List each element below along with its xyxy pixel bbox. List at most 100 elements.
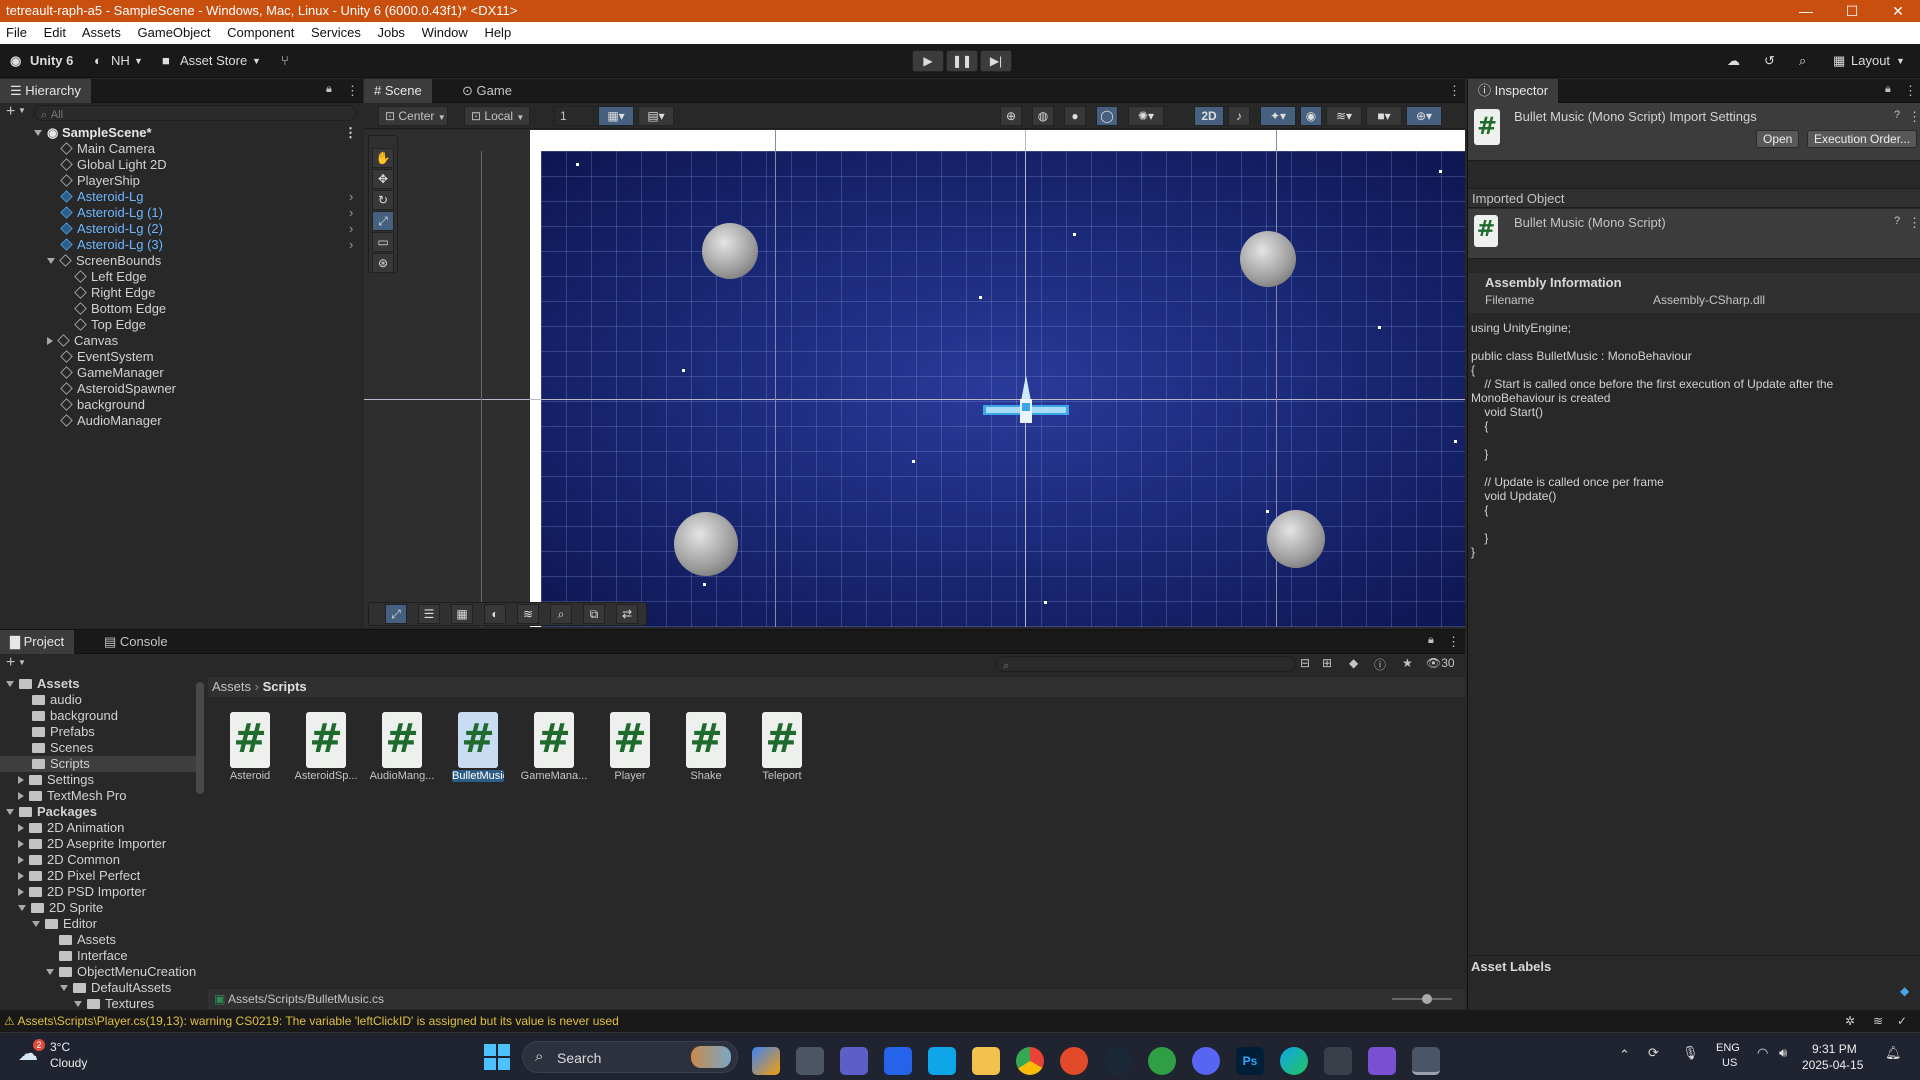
favorite-star-icon[interactable]: ★ [1402, 656, 1413, 670]
more-icon[interactable]: ⋮ [1908, 109, 1920, 125]
help-icon[interactable]: ? [1894, 215, 1900, 227]
hierarchy-item[interactable]: Right Edge [74, 285, 155, 301]
chevron-right-icon[interactable]: › [349, 189, 353, 205]
script-file-label[interactable]: Asteroid [210, 770, 290, 782]
tree-scrollbar[interactable] [196, 682, 204, 794]
wireframe-icon[interactable]: ◯ [1096, 106, 1118, 126]
project-search-input[interactable]: ⌕ [996, 656, 1296, 672]
tab-scene[interactable]: # Scene [364, 79, 432, 103]
layers-icon[interactable]: ≋▾ [1326, 106, 1362, 126]
add-icon[interactable]: + [6, 103, 15, 121]
collapse-icon[interactable] [18, 792, 24, 800]
tree-item[interactable]: background [32, 708, 118, 724]
scene-row[interactable]: ◉ SampleScene* ⋮ [34, 125, 357, 141]
collapse-icon[interactable] [47, 337, 53, 345]
file-explorer-icon[interactable] [972, 1047, 1000, 1075]
tree-item[interactable]: Textures [74, 996, 154, 1011]
script-file-label[interactable]: Teleport [742, 770, 822, 782]
rotate-tool-icon[interactable]: ↻ [372, 190, 394, 210]
add-icon[interactable]: + [6, 654, 15, 672]
check-icon[interactable]: ✓ [1897, 1010, 1907, 1032]
asset-store-button[interactable]: Asset Store [180, 44, 247, 78]
more-icon[interactable]: ⋮ [344, 125, 357, 141]
expand-icon[interactable] [60, 985, 68, 991]
tree-item[interactable]: DefaultAssets [60, 980, 171, 996]
expand-icon[interactable] [6, 809, 14, 815]
hierarchy-item[interactable]: EventSystem [60, 349, 154, 365]
menu-file[interactable]: File [6, 25, 27, 40]
expand-icon[interactable] [74, 1001, 82, 1007]
breadcrumb-scripts[interactable]: Scripts [263, 679, 307, 694]
collapse-icon[interactable] [18, 840, 24, 848]
snap-input[interactable]: 1 [554, 106, 594, 126]
photoshop-icon[interactable]: Ps [1236, 1047, 1264, 1075]
script-file-label[interactable]: GameMana... [514, 770, 594, 782]
windows-start-icon[interactable] [484, 1044, 510, 1070]
camera-preview-icon[interactable]: ⧉ [583, 604, 605, 624]
move-tool-icon[interactable]: ✥ [372, 169, 394, 189]
hierarchy-item-prefab[interactable]: Asteroid-Lg (2) › [60, 221, 361, 237]
hierarchy-item[interactable]: Main Camera [60, 141, 155, 157]
help-icon[interactable]: ? [1894, 109, 1900, 121]
search-filter-icon[interactable]: ⊟ [1300, 656, 1310, 670]
hierarchy-item[interactable]: Canvas [47, 333, 118, 349]
tree-item[interactable]: Editor [32, 916, 97, 932]
hierarchy-item[interactable]: background [60, 397, 145, 413]
layout-button[interactable]: Layout [1851, 44, 1890, 78]
script-file-icon[interactable]: # [610, 712, 650, 768]
label-filter-icon[interactable]: ◆ [1349, 656, 1358, 670]
script-file-label[interactable]: Shake [666, 770, 746, 782]
cloud-icon[interactable]: ☁ [1727, 44, 1740, 78]
player-ship-sprite[interactable] [983, 375, 1069, 425]
menu-gameobject[interactable]: GameObject [138, 25, 211, 40]
clock-time[interactable]: 9:31 PM [1812, 1042, 1857, 1056]
collapse-icon[interactable] [18, 856, 24, 864]
hierarchy-search-input[interactable]: ⌕ All [34, 105, 356, 121]
breadcrumb-assets[interactable]: Assets [212, 679, 251, 694]
lock-icon[interactable]: 🔒︎ [326, 83, 332, 96]
rect-tool-icon[interactable]: ▭ [372, 232, 394, 252]
account-icon[interactable]: ◐ [94, 44, 102, 78]
tree-item[interactable]: TextMesh Pro [18, 788, 126, 804]
hierarchy-item[interactable]: PlayerShip [60, 173, 140, 189]
menu-assets[interactable]: Assets [82, 25, 121, 40]
script-file-icon[interactable]: # [762, 712, 802, 768]
more-icon[interactable]: ⋮ [1448, 83, 1461, 99]
menu-jobs[interactable]: Jobs [377, 25, 404, 40]
script-file-label[interactable]: Player [590, 770, 670, 782]
teams-icon[interactable] [840, 1047, 868, 1075]
menu-window[interactable]: Window [422, 25, 468, 40]
expand-icon[interactable] [46, 969, 54, 975]
camera-icon[interactable]: ■▾ [1366, 106, 1402, 126]
debug-icon[interactable]: ✲ [1845, 1010, 1855, 1032]
tab-hierarchy[interactable]: ☰ Hierarchy [0, 79, 91, 103]
shuffle-icon[interactable]: ⇄ [616, 604, 638, 624]
menu-edit[interactable]: Edit [44, 25, 66, 40]
taskbar-search-input[interactable]: ⌕ Search [522, 1041, 738, 1073]
version-control-icon[interactable]: ⑂ [281, 44, 289, 78]
hand-tool-icon[interactable]: ✋ [372, 148, 394, 168]
unity-logo-icon[interactable]: ◉ [10, 44, 21, 78]
info-filter-icon[interactable]: ⓘ [1374, 656, 1386, 673]
hierarchy-item[interactable]: AudioManager [60, 413, 162, 429]
chevron-right-icon[interactable]: › [349, 205, 353, 221]
scene-viewport[interactable]: ✋ ✥ ↻ ⤢ ▭ ⊛ ⤢ ☰ ▦ ◐ ≋ ⌕ ⧉ ⇄ [364, 130, 1465, 627]
collapse-icon[interactable] [18, 824, 24, 832]
tag-icon[interactable]: ◆ [1900, 984, 1909, 998]
sprite-icon[interactable]: ☰ [418, 604, 440, 624]
ea-app-icon[interactable] [1060, 1047, 1088, 1075]
status-bar[interactable]: ⚠ Assets\Scripts\Player.cs(19,13): warni… [0, 1010, 1920, 1032]
unity-editor-icon[interactable] [1412, 1047, 1440, 1075]
orientation-icon[interactable]: ⊕ [1000, 106, 1022, 126]
layers-icon[interactable]: ≋ [1873, 1010, 1883, 1032]
tree-item[interactable]: audio [32, 692, 82, 708]
more-icon[interactable]: ⋮ [1908, 215, 1920, 231]
region-label[interactable]: US [1722, 1057, 1737, 1069]
visibility-icon[interactable]: ◉ [1300, 106, 1322, 126]
tile-palette-icon[interactable]: ⤢ [385, 604, 407, 624]
chevron-right-icon[interactable]: › [349, 221, 353, 237]
hierarchy-item[interactable]: Top Edge [74, 317, 146, 333]
expand-icon[interactable] [34, 130, 42, 136]
store-icon[interactable] [928, 1047, 956, 1075]
close-icon[interactable]: ✕ [1875, 0, 1920, 22]
